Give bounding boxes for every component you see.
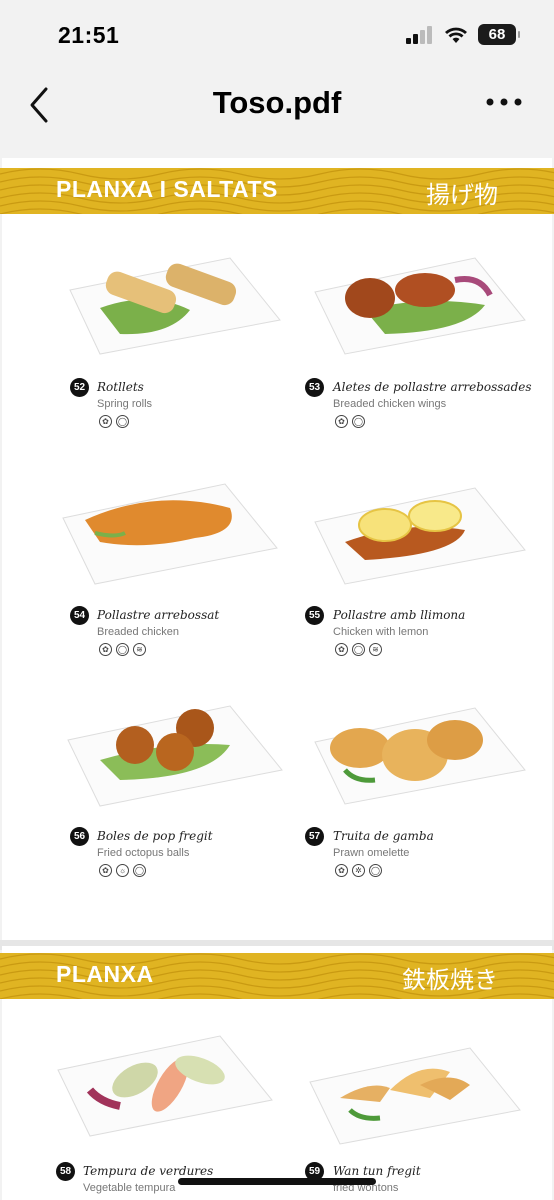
item-english-name: Vegetable tempura xyxy=(83,1182,176,1194)
sesame-icon: ≋ xyxy=(133,643,146,656)
item-english-name: Breaded chicken xyxy=(97,626,179,638)
status-time: 21:51 xyxy=(58,22,120,48)
item-english-name: Breaded chicken wings xyxy=(333,398,447,410)
more-options-icon[interactable] xyxy=(484,87,524,117)
section-japanese-title: 鉄板焼き xyxy=(402,966,498,994)
nav-bar: Toso.pdf xyxy=(0,75,554,135)
section-title: PLANXA I SALTATS xyxy=(56,176,278,202)
dish-photo xyxy=(69,257,281,355)
item-number-badge: 54 xyxy=(70,606,89,625)
egg-icon: ◯ xyxy=(369,864,382,877)
gluten-icon: ✿ xyxy=(99,415,112,428)
dish-photo xyxy=(309,1047,521,1145)
item-name: Rotllets xyxy=(97,380,144,394)
allergen-icons: ✿ ◯ ≋ xyxy=(99,643,146,656)
allergen-icons: ✿ ◯ xyxy=(335,415,365,428)
dish-photo xyxy=(314,257,526,355)
gluten-icon: ✿ xyxy=(99,864,112,877)
item-name: Wan tun fregit xyxy=(333,1164,421,1178)
battery-indicator: 68 xyxy=(478,24,520,45)
status-icons: 68 xyxy=(406,24,520,45)
egg-icon: ◯ xyxy=(116,643,129,656)
item-number-badge: 56 xyxy=(70,827,89,846)
signal-icon xyxy=(406,25,432,44)
section-banner-planxa: PLANXA 鉄板焼き xyxy=(0,953,554,999)
crustacean-icon: ✲ xyxy=(352,864,365,877)
egg-icon: ◯ xyxy=(352,643,365,656)
item-english-name: Fried octopus balls xyxy=(97,847,190,859)
section-banner-fried: PLANXA I SALTATS 揚げ物 xyxy=(0,168,554,214)
allergen-icons: ✿ ◯ xyxy=(99,415,129,428)
dish-photo xyxy=(62,483,278,585)
section-title: PLANXA xyxy=(56,961,154,987)
egg-icon: ◯ xyxy=(116,415,129,428)
item-number-badge: 57 xyxy=(305,827,324,846)
allergen-icons: ✿ ◯ ≋ xyxy=(335,643,382,656)
top-bar: 21:51 68 Toso.pdf xyxy=(0,0,554,145)
item-name: Pollastre arrebossat xyxy=(97,608,220,622)
item-name: Boles de pop fregit xyxy=(97,829,213,843)
item-name: Aletes de pollastre arrebossades xyxy=(333,380,532,394)
item-number-badge: 58 xyxy=(56,1162,75,1181)
item-number-badge: 52 xyxy=(70,378,89,397)
allergen-icons: ✿ ☼ ◯ xyxy=(99,864,146,877)
item-english-name: Chicken with lemon xyxy=(333,626,429,638)
dish-photo xyxy=(314,707,526,805)
gluten-icon: ✿ xyxy=(335,415,348,428)
item-english-name: Prawn omelette xyxy=(333,847,410,859)
document-title: Toso.pdf xyxy=(212,85,342,120)
item-number-badge: 53 xyxy=(305,378,324,397)
dish-photo xyxy=(67,705,283,807)
sesame-icon: ≋ xyxy=(369,643,382,656)
wifi-icon xyxy=(445,27,467,43)
egg-icon: ◯ xyxy=(133,864,146,877)
item-name: Truita de gamba xyxy=(333,829,434,843)
item-number-badge: 55 xyxy=(305,606,324,625)
gluten-icon: ✿ xyxy=(335,643,348,656)
gluten-icon: ✿ xyxy=(335,864,348,877)
dish-photo xyxy=(57,1035,273,1137)
item-english-name: Spring rolls xyxy=(97,398,153,410)
item-name: Pollastre amb llimona xyxy=(333,608,466,622)
gluten-icon: ✿ xyxy=(99,643,112,656)
allergen-icons: ✿ ✲ ◯ xyxy=(335,864,382,877)
home-indicator[interactable] xyxy=(178,1178,376,1185)
item-name: Tempura de verdures xyxy=(83,1164,214,1178)
dish-photo xyxy=(314,487,526,585)
section-japanese-title: 揚げ物 xyxy=(426,181,498,209)
mollusc-icon: ☼ xyxy=(116,864,129,877)
egg-icon: ◯ xyxy=(352,415,365,428)
